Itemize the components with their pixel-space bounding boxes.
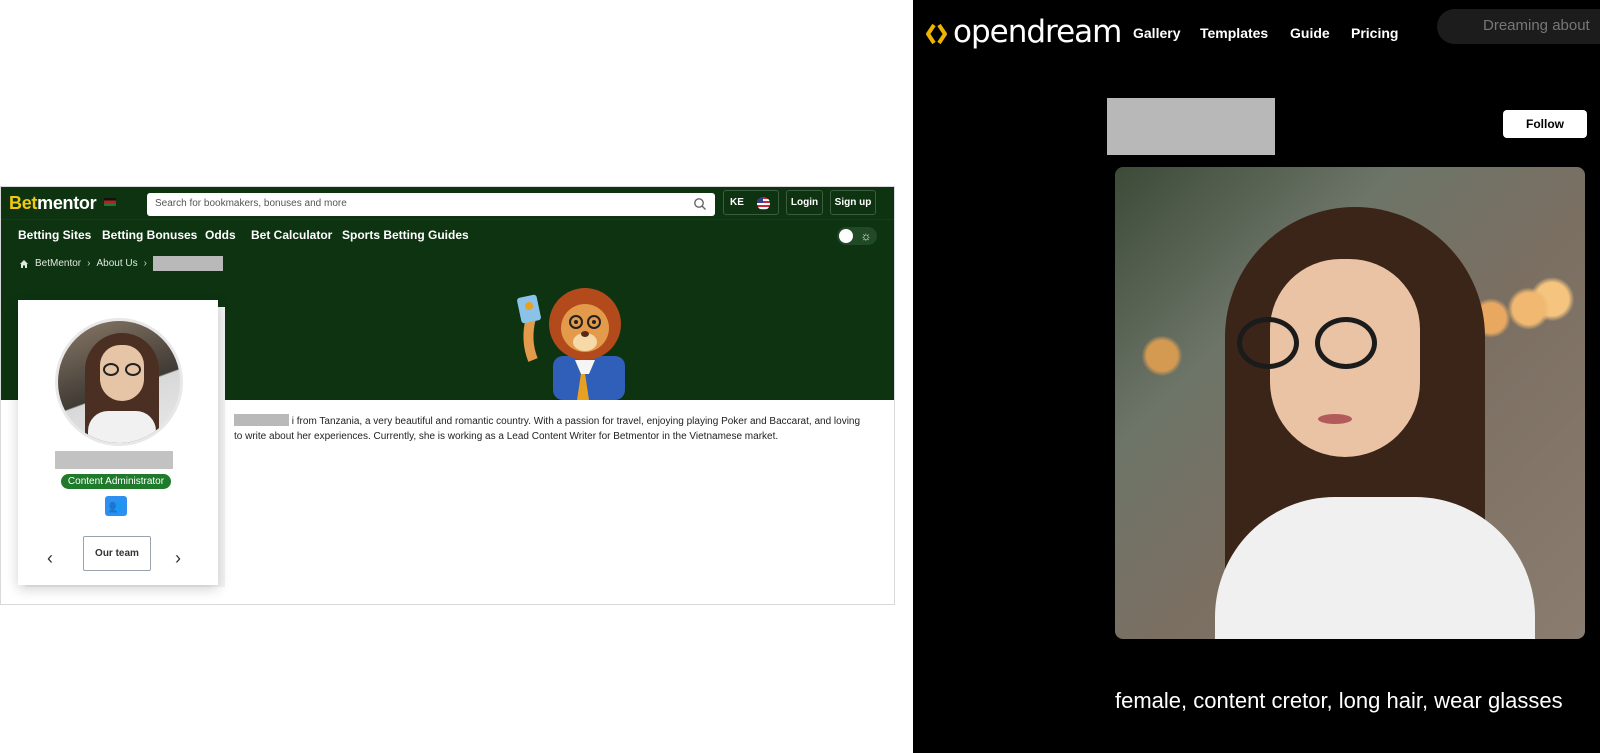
role-badge: Content Administrator (61, 474, 171, 489)
portrait-glasses-right (1315, 317, 1377, 369)
breadcrumb: BetMentor › About Us › (19, 256, 223, 271)
nav-bet-calculator[interactable]: Bet Calculator (251, 228, 332, 242)
next-arrow-icon[interactable]: › (175, 548, 181, 569)
breadcrumb-separator-icon: › (87, 258, 91, 269)
nav-betting-bonuses[interactable]: Betting Bonuses (102, 228, 197, 242)
author-bio: i from Tanzania, a very beautiful and ro… (234, 414, 864, 444)
top-bar: Betmentor Search for bookmakers, bonuses… (1, 187, 894, 219)
team-icon[interactable]: 👥 (105, 496, 127, 516)
country-selector[interactable]: KE (723, 190, 779, 215)
login-button[interactable]: Login (786, 190, 823, 215)
breadcrumb-separator-icon: › (143, 258, 147, 269)
nav-odds[interactable]: Odds (205, 228, 236, 242)
search-placeholder: Search for bookmakers, bonuses and more (155, 198, 347, 209)
breadcrumb-about-us[interactable]: About Us (96, 258, 137, 269)
dream-input-placeholder: Dreaming about (1483, 17, 1590, 34)
breadcrumb-betmentor[interactable]: BetMentor (35, 258, 81, 269)
country-code: KE (730, 197, 744, 208)
breadcrumb-redacted-name (152, 256, 223, 271)
author-name-redacted (55, 451, 173, 469)
logo-mentor-text: mentor (37, 193, 97, 213)
toggle-knob (839, 229, 853, 243)
search-icon[interactable] (693, 197, 707, 211)
our-team-button[interactable]: Our team (83, 536, 151, 571)
opendream-logo-icon[interactable] (925, 22, 949, 46)
generated-portrait-image[interactable] (1115, 167, 1585, 639)
avatar-glasses-right (125, 363, 141, 376)
opendream-page: opendream Gallery Templates Guide Pricin… (913, 0, 1600, 753)
signup-button[interactable]: Sign up (830, 190, 876, 215)
creator-name-redacted (1107, 98, 1275, 155)
main-nav: Betting Sites Betting Bonuses Odds Bet C… (1, 219, 894, 250)
nav-templates[interactable]: Templates (1200, 25, 1268, 41)
avatar-glasses-left (103, 363, 119, 376)
nav-gallery[interactable]: Gallery (1133, 25, 1180, 41)
lion-mascot-image (517, 288, 625, 400)
bio-text: i from Tanzania, a very beautiful and ro… (234, 416, 861, 442)
betmentor-logo[interactable]: Betmentor (9, 193, 97, 214)
nav-sports-betting-guides[interactable]: Sports Betting Guides (342, 228, 469, 242)
nav-guide[interactable]: Guide (1290, 25, 1330, 41)
logo-bet-text: Bet (9, 193, 38, 213)
nav-pricing[interactable]: Pricing (1351, 25, 1398, 41)
theme-toggle[interactable]: ☼ (837, 227, 877, 245)
search-input[interactable]: Search for bookmakers, bonuses and more (147, 193, 715, 216)
bio-redacted-name (234, 414, 289, 426)
portrait-lips (1318, 414, 1352, 424)
author-avatar (55, 318, 183, 446)
avatar-shirt (88, 411, 156, 443)
prev-arrow-icon[interactable]: ‹ (47, 548, 53, 569)
kenya-flag-icon (104, 198, 116, 206)
us-flag-icon (757, 197, 770, 210)
follow-button[interactable]: Follow (1503, 110, 1587, 138)
portrait-glasses-left (1237, 317, 1299, 369)
nav-betting-sites[interactable]: Betting Sites (18, 228, 91, 242)
image-prompt: female, content cretor, long hair, wear … (1115, 688, 1563, 713)
opendream-logo[interactable]: opendream (953, 14, 1122, 50)
sun-icon: ☼ (860, 229, 872, 243)
author-card: Content Administrator 👥 ‹ Our team › (18, 300, 218, 585)
betmentor-page: Betmentor Search for bookmakers, bonuses… (0, 186, 895, 605)
dream-input[interactable]: Dreaming about (1437, 9, 1600, 44)
home-icon[interactable] (19, 259, 29, 269)
